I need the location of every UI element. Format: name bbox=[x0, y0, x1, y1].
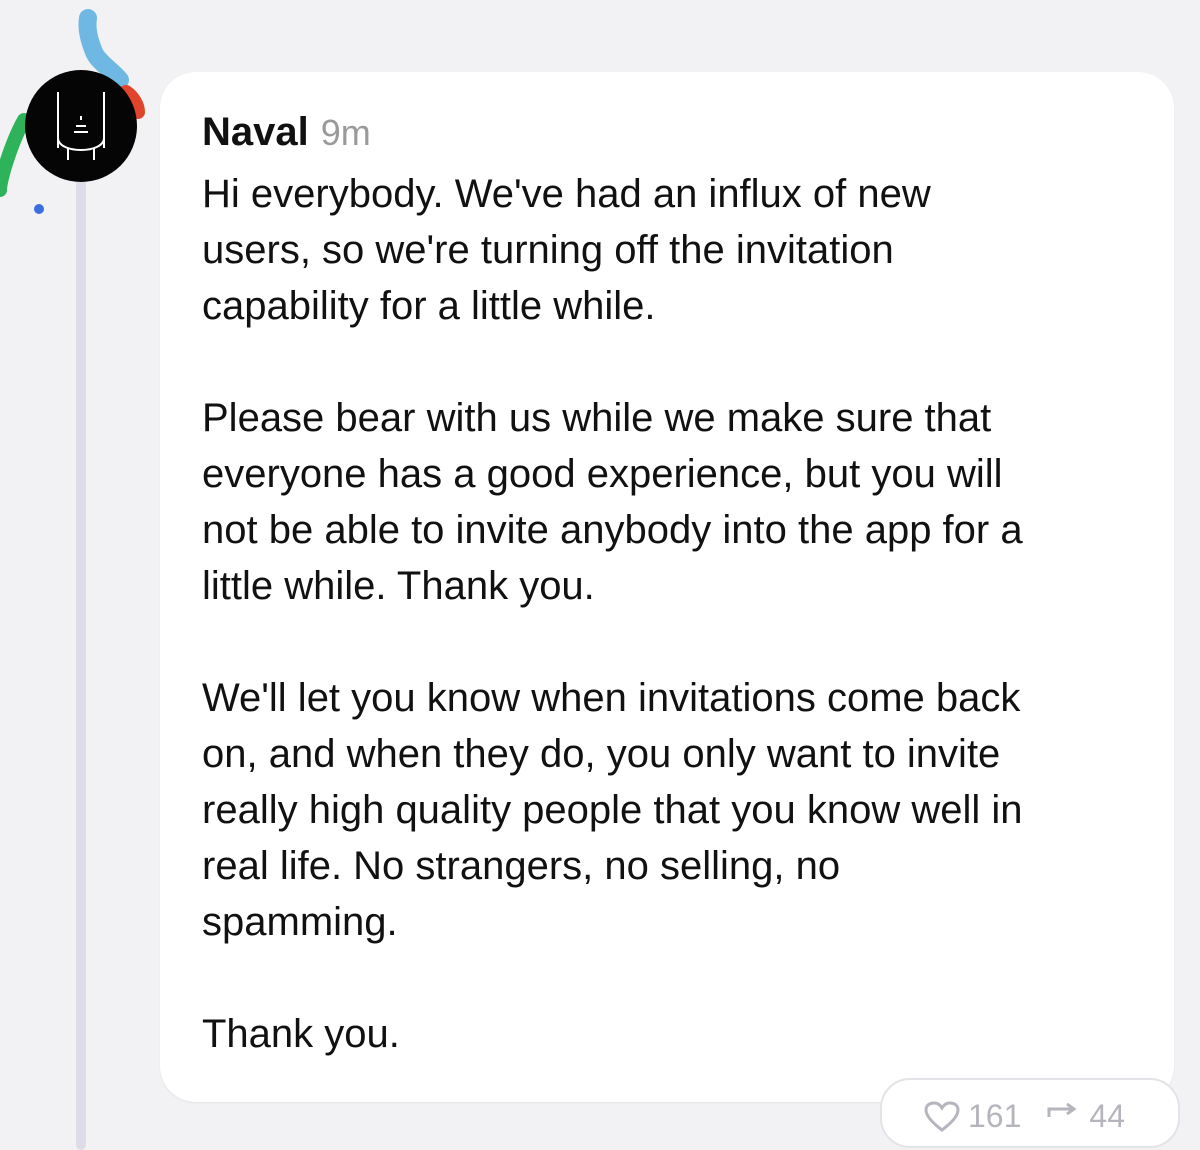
author-name[interactable]: Naval bbox=[202, 110, 309, 155]
post-paragraph: Hi everybody. We've had an influx of new… bbox=[202, 172, 931, 328]
post-body: Hi everybody. We've had an influx of new… bbox=[202, 166, 1152, 1062]
avatar[interactable] bbox=[25, 70, 137, 182]
reactions-bar: 161 44 bbox=[880, 1078, 1180, 1148]
post-paragraph: Please bear with us while we make sure t… bbox=[202, 396, 1023, 608]
like-count: 161 bbox=[968, 1098, 1022, 1134]
like-button[interactable]: 161 bbox=[924, 1098, 1021, 1135]
repost-icon bbox=[1047, 1102, 1077, 1117]
post-timestamp: 9m bbox=[320, 112, 371, 153]
repost-button[interactable]: 44 bbox=[1045, 1098, 1125, 1135]
author-avatar-group[interactable] bbox=[0, 0, 160, 220]
post-header: Naval 9m bbox=[202, 110, 371, 155]
avatar-glyph-icon bbox=[57, 92, 105, 160]
thread-line bbox=[76, 150, 86, 1150]
post-paragraph: Thank you. bbox=[202, 1012, 400, 1056]
post-card[interactable]: Naval 9m Hi everybody. We've had an infl… bbox=[160, 72, 1174, 1102]
heart-icon bbox=[924, 1100, 960, 1132]
repost-count: 44 bbox=[1089, 1098, 1125, 1134]
post-paragraph: We'll let you know when invitations come… bbox=[202, 676, 1023, 944]
